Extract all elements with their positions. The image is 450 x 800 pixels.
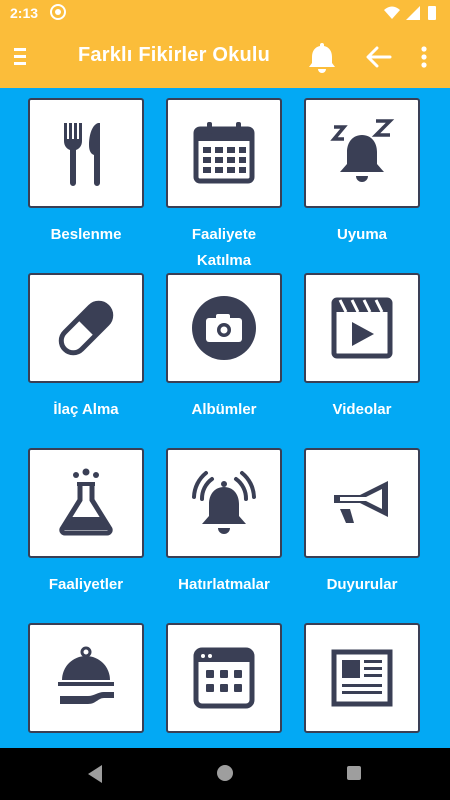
tile-box[interactable] bbox=[304, 623, 420, 733]
flask-icon bbox=[59, 468, 113, 536]
megaphone-icon bbox=[334, 481, 388, 523]
tile-faaliyetler[interactable]: Faaliyetler bbox=[28, 448, 144, 598]
bell-icon[interactable] bbox=[305, 40, 339, 74]
tile-calendar-grid[interactable] bbox=[166, 623, 282, 747]
tile-newspaper[interactable] bbox=[304, 623, 420, 747]
tile-box[interactable] bbox=[28, 448, 144, 558]
menu-grid: Beslenme Faaliyete Katılma Uyuma İlaç Al… bbox=[0, 88, 450, 748]
tile-uyuma[interactable]: Uyuma bbox=[304, 98, 420, 248]
signal-icon bbox=[406, 6, 420, 20]
utensils-icon bbox=[64, 123, 100, 186]
app-bar: Farklı Fikirler Okulu bbox=[0, 26, 450, 88]
tile-duyurular[interactable]: Duyurular bbox=[304, 448, 420, 598]
tile-faaliyete-katilma[interactable]: Faaliyete Katılma bbox=[166, 98, 282, 274]
menu-icon[interactable] bbox=[14, 48, 32, 66]
tile-label: Videolar bbox=[332, 401, 392, 418]
tile-ilac-alma[interactable]: İlaç Alma bbox=[28, 273, 144, 423]
tile-box[interactable] bbox=[166, 98, 282, 208]
tile-label: Faaliyetler bbox=[48, 576, 124, 593]
calendar-icon bbox=[193, 122, 255, 184]
tile-box[interactable] bbox=[304, 273, 420, 383]
camera-icon bbox=[192, 296, 256, 360]
tile-label: Faaliyete Katılma bbox=[191, 226, 257, 269]
tile-box[interactable] bbox=[166, 623, 282, 733]
newspaper-icon bbox=[331, 649, 393, 707]
tile-box[interactable] bbox=[28, 273, 144, 383]
at-sign-icon bbox=[50, 4, 66, 20]
food-tray-icon bbox=[58, 646, 114, 704]
system-nav-bar bbox=[0, 748, 450, 800]
pill-icon bbox=[58, 300, 114, 356]
app-title: Farklı Fikirler Okulu bbox=[78, 44, 271, 66]
tile-label: İlaç Alma bbox=[53, 401, 119, 418]
calendar-grid-icon bbox=[193, 647, 255, 709]
wifi-icon bbox=[384, 6, 400, 19]
tile-label: Albümler bbox=[191, 401, 257, 418]
tile-box[interactable] bbox=[304, 448, 420, 558]
video-icon bbox=[331, 297, 393, 359]
tile-albumler[interactable]: Albümler bbox=[166, 273, 282, 423]
more-vert-icon[interactable] bbox=[414, 42, 434, 72]
nav-recents-icon[interactable] bbox=[347, 766, 361, 780]
arrow-back-icon[interactable] bbox=[362, 40, 396, 74]
tile-box[interactable] bbox=[304, 98, 420, 208]
tile-box[interactable] bbox=[28, 98, 144, 208]
tile-box[interactable] bbox=[28, 623, 144, 733]
status-bar: 2:13 bbox=[0, 0, 450, 26]
tile-box[interactable] bbox=[166, 273, 282, 383]
tile-box[interactable] bbox=[166, 448, 282, 558]
tile-label: Hatırlatmalar bbox=[178, 576, 270, 593]
tile-label: Uyuma bbox=[336, 226, 388, 243]
tile-beslenme[interactable]: Beslenme bbox=[28, 98, 144, 248]
tile-videolar[interactable]: Videolar bbox=[304, 273, 420, 423]
tile-food-tray[interactable] bbox=[28, 623, 144, 747]
tile-hatirlatmalar[interactable]: Hatırlatmalar bbox=[166, 448, 282, 598]
sleep-bell-icon bbox=[330, 119, 395, 182]
ringing-bell-icon bbox=[192, 471, 256, 534]
status-time: 2:13 bbox=[10, 5, 39, 21]
battery-icon bbox=[428, 6, 436, 20]
status-icons bbox=[384, 6, 436, 20]
nav-back-icon[interactable] bbox=[86, 764, 104, 784]
tile-label: Beslenme bbox=[50, 226, 122, 243]
nav-home-icon[interactable] bbox=[217, 765, 233, 781]
tile-label: Duyurular bbox=[326, 576, 398, 593]
